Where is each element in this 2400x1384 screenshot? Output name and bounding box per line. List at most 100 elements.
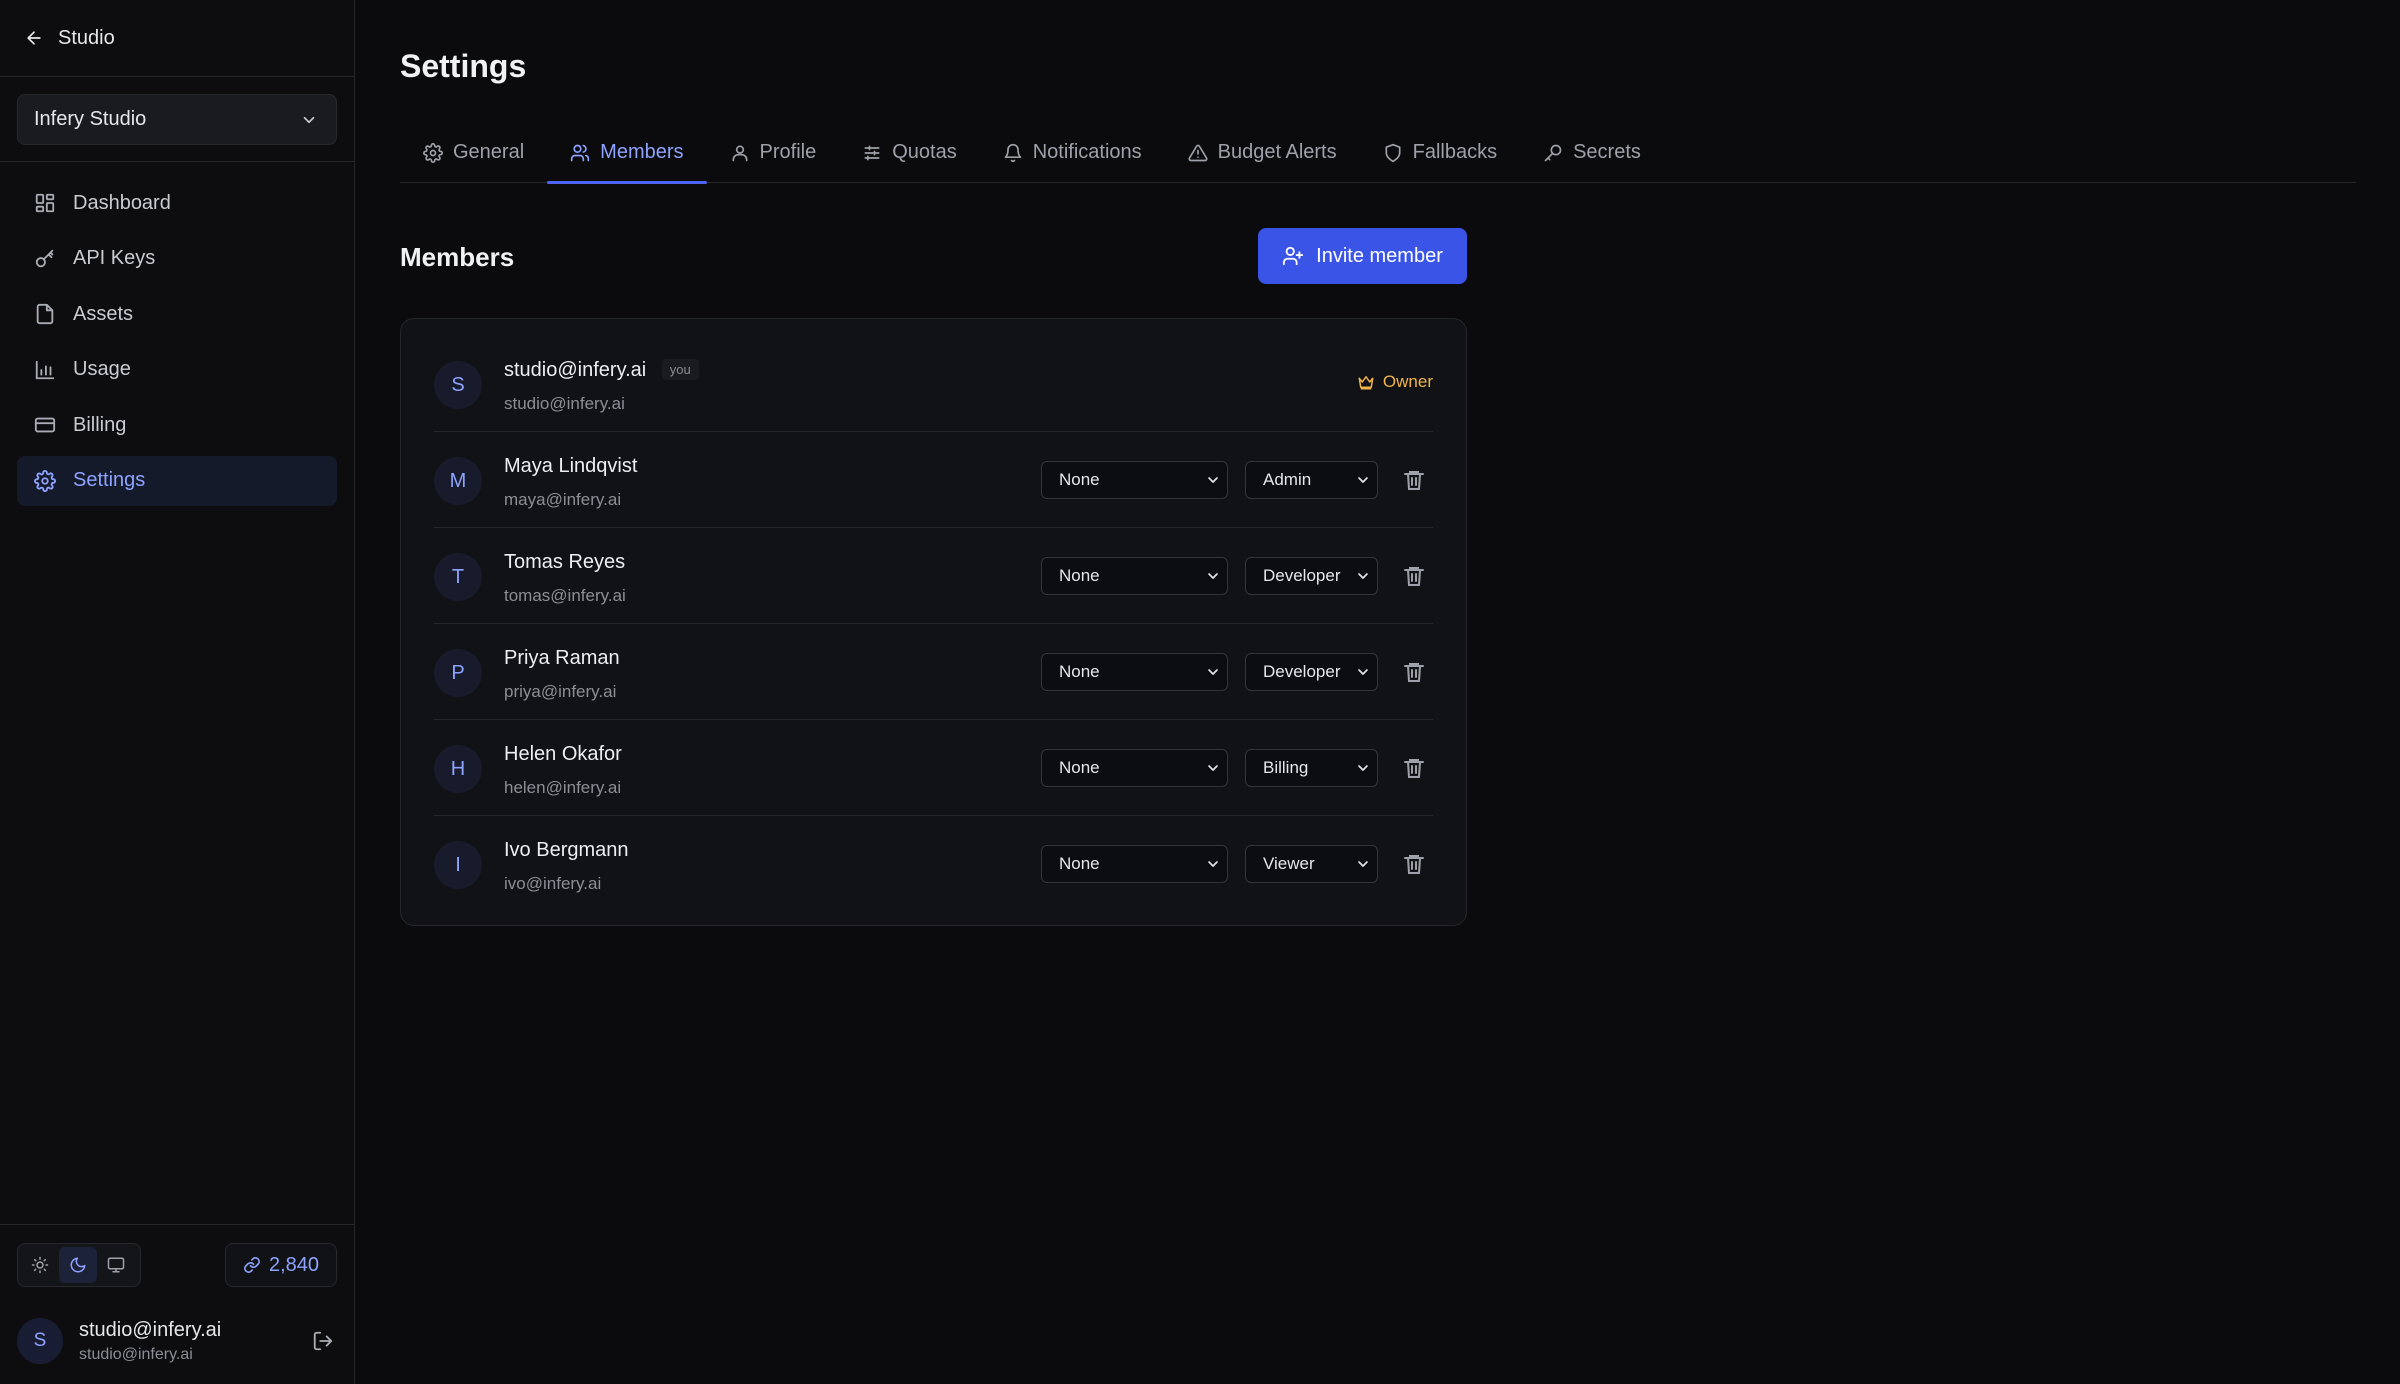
tab-label: Secrets bbox=[1573, 141, 1641, 163]
trash-icon[interactable] bbox=[1402, 564, 1426, 588]
chevron-down-icon bbox=[1358, 861, 1368, 867]
logout-button[interactable] bbox=[309, 1327, 337, 1355]
moon-icon bbox=[70, 1257, 86, 1273]
avatar: P bbox=[434, 649, 482, 697]
member-row: T Tomas Reyes tomas@infery.ai None Devel… bbox=[434, 528, 1433, 624]
chevron-down-icon bbox=[1358, 765, 1368, 771]
member-name: Maya Lindqvist bbox=[504, 455, 638, 477]
bell-icon bbox=[1004, 143, 1022, 162]
member-email: studio@infery.ai bbox=[504, 394, 625, 413]
light-theme-button[interactable] bbox=[21, 1247, 59, 1283]
sun-icon bbox=[31, 1256, 49, 1274]
member-name: studio@infery.ai you bbox=[504, 359, 699, 382]
bar-chart-icon bbox=[35, 360, 55, 379]
org-select[interactable]: Infery Studio bbox=[17, 94, 337, 145]
tab-secrets[interactable]: Secrets bbox=[1520, 122, 1664, 183]
chevron-down-icon bbox=[1358, 477, 1368, 483]
user-name: studio@infery.ai bbox=[79, 1318, 222, 1341]
user-plus-icon bbox=[1283, 246, 1304, 266]
trash-icon[interactable] bbox=[1402, 468, 1426, 492]
back-label: Studio bbox=[58, 26, 115, 49]
scope-select[interactable]: None bbox=[1041, 845, 1228, 883]
role-select[interactable]: Developer bbox=[1245, 653, 1378, 691]
theme-toggle bbox=[17, 1243, 141, 1287]
key-icon bbox=[1544, 144, 1562, 161]
member-email: priya@infery.ai bbox=[504, 682, 617, 701]
sliders-icon bbox=[864, 145, 880, 160]
members-section-title: Members bbox=[400, 242, 515, 272]
shield-icon bbox=[1385, 143, 1401, 162]
trash-icon[interactable] bbox=[1402, 756, 1426, 780]
member-email: tomas@infery.ai bbox=[504, 586, 626, 605]
page-title: Settings bbox=[400, 48, 527, 84]
scope-value: None bbox=[1059, 854, 1100, 873]
avatar: S bbox=[434, 361, 482, 409]
members-card: S studio@infery.ai you studio@infery.ai … bbox=[400, 318, 1467, 926]
role-select[interactable]: Viewer bbox=[1245, 845, 1378, 883]
owner-role: Owner bbox=[1357, 372, 1433, 392]
scope-select[interactable]: None bbox=[1041, 653, 1228, 691]
tab-general[interactable]: General bbox=[400, 122, 547, 183]
avatar: I bbox=[434, 841, 482, 889]
system-theme-button[interactable] bbox=[97, 1247, 135, 1283]
tab-members[interactable]: Members bbox=[547, 122, 707, 184]
tab-label: General bbox=[453, 141, 525, 163]
scope-value: None bbox=[1059, 662, 1100, 681]
chevron-down-icon bbox=[1358, 669, 1368, 675]
avatar: H bbox=[434, 745, 482, 793]
role-select[interactable]: Developer bbox=[1245, 557, 1378, 595]
role-select[interactable]: Admin bbox=[1245, 461, 1378, 499]
dashboard-icon bbox=[35, 193, 55, 213]
tab-profile[interactable]: Profile bbox=[707, 122, 840, 183]
scope-select[interactable]: None bbox=[1041, 461, 1228, 499]
member-row: P Priya Raman priya@infery.ai None Devel… bbox=[434, 624, 1433, 720]
settings-tabs: General Members Profile Quotas Notificat… bbox=[400, 122, 2356, 184]
crown-icon bbox=[1358, 376, 1374, 390]
member-row: M Maya Lindqvist maya@infery.ai None Adm… bbox=[434, 432, 1433, 528]
owner-role-label: Owner bbox=[1382, 372, 1433, 391]
chevron-down-icon bbox=[1208, 477, 1218, 483]
user-icon bbox=[732, 145, 748, 161]
back-to-studio-link[interactable]: Studio bbox=[0, 0, 354, 77]
credits-badge[interactable]: 2,840 bbox=[225, 1243, 337, 1287]
sidebar-item-usage[interactable]: Usage bbox=[17, 345, 337, 395]
trash-icon[interactable] bbox=[1402, 660, 1426, 684]
tab-fallbacks[interactable]: Fallbacks bbox=[1360, 122, 1520, 183]
scope-select[interactable]: None bbox=[1041, 557, 1228, 595]
you-badge: you bbox=[661, 359, 699, 380]
arrow-left-icon bbox=[27, 31, 41, 45]
trash-icon[interactable] bbox=[1402, 852, 1426, 876]
role-value: Billing bbox=[1263, 758, 1309, 777]
chevron-down-icon bbox=[1208, 669, 1218, 675]
scope-value: None bbox=[1059, 470, 1100, 489]
invite-member-button[interactable]: Invite member bbox=[1258, 228, 1467, 284]
member-name-text: studio@infery.ai bbox=[504, 359, 647, 381]
tab-notifications[interactable]: Notifications bbox=[980, 122, 1165, 183]
sidebar-item-label: Dashboard bbox=[73, 191, 171, 214]
sidebar-item-settings[interactable]: Settings bbox=[17, 455, 337, 506]
scope-value: None bbox=[1059, 758, 1100, 777]
key-icon bbox=[35, 249, 54, 267]
dark-theme-button[interactable] bbox=[59, 1247, 97, 1283]
tab-label: Fallbacks bbox=[1412, 141, 1498, 163]
chevron-down-icon bbox=[1208, 573, 1218, 579]
org-name: Infery Studio bbox=[34, 108, 147, 130]
sidebar-nav: Dashboard API Keys Assets Usage Billing … bbox=[17, 178, 337, 511]
role-value: Viewer bbox=[1263, 854, 1315, 873]
sidebar-footer: 2,840 S studio@infery.ai studio@infery.a… bbox=[0, 1224, 354, 1384]
role-select[interactable]: Billing bbox=[1245, 749, 1378, 787]
credit-card-icon bbox=[34, 417, 56, 433]
log-out-icon bbox=[313, 1331, 333, 1351]
scope-select[interactable]: None bbox=[1041, 749, 1228, 787]
sidebar-item-dashboard[interactable]: Dashboard bbox=[17, 178, 337, 228]
tab-label: Notifications bbox=[1032, 141, 1142, 163]
tab-budget-alerts[interactable]: Budget Alerts bbox=[1165, 122, 1360, 183]
member-name: Tomas Reyes bbox=[504, 551, 626, 573]
avatar: M bbox=[434, 457, 482, 505]
sidebar-item-billing[interactable]: Billing bbox=[17, 400, 337, 450]
file-icon bbox=[36, 303, 54, 325]
sidebar-item-assets[interactable]: Assets bbox=[17, 289, 337, 339]
tab-quotas[interactable]: Quotas bbox=[839, 122, 979, 183]
sidebar-item-api-keys[interactable]: API Keys bbox=[17, 234, 337, 284]
credits-value: 2,840 bbox=[268, 1253, 320, 1276]
